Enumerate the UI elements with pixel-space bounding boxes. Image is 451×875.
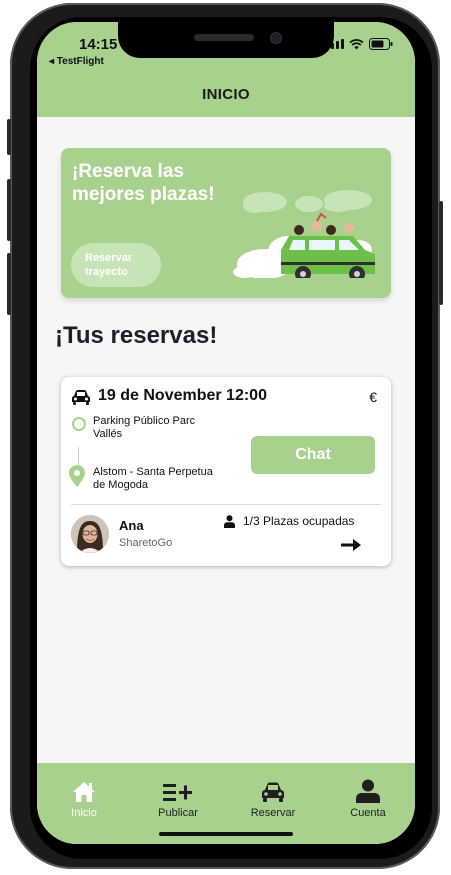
page-title: INICIO xyxy=(202,86,250,103)
route-connector xyxy=(78,447,79,465)
promo-banner: ¡Reserva las mejores plazas! Reservar tr… xyxy=(61,148,391,298)
bookings-section-title: ¡Tus reservas! xyxy=(55,322,218,349)
tab-inicio[interactable]: Inicio xyxy=(44,777,124,819)
tab-reservar[interactable]: Reservar xyxy=(233,777,313,819)
card-divider xyxy=(71,504,381,505)
seats-occupied-text: 1/3 Plazas ocupadas xyxy=(243,514,355,528)
publish-icon xyxy=(163,784,192,801)
origin-address: Parking Público Parc Vallés xyxy=(93,415,196,440)
driver-avatar xyxy=(71,515,109,553)
home-icon xyxy=(73,782,95,802)
tab-publicar[interactable]: Publicar xyxy=(138,777,218,819)
car-icon xyxy=(72,390,90,405)
tab-publicar-label: Publicar xyxy=(158,807,198,819)
car-icon xyxy=(262,782,284,802)
home-indicator[interactable] xyxy=(159,832,293,836)
status-icons xyxy=(326,38,393,50)
mute-switch xyxy=(7,119,11,155)
wifi-icon xyxy=(349,38,364,49)
power-button xyxy=(439,201,443,305)
front-camera xyxy=(270,32,282,44)
volume-down-button xyxy=(7,253,11,315)
app-screen: 14:15 ◂ TestFlight INICIO ¡Reserva las m… xyxy=(37,22,415,844)
tab-cuenta-label: Cuenta xyxy=(350,807,386,819)
currency-icon: € xyxy=(369,389,377,405)
arrow-right-icon[interactable] xyxy=(341,539,361,551)
avatar-photo xyxy=(71,515,109,553)
driver-name: Ana xyxy=(119,518,144,533)
tab-inicio-label: Inicio xyxy=(71,807,97,819)
person-icon xyxy=(224,514,235,528)
speaker-grille xyxy=(194,34,254,41)
user-icon xyxy=(356,779,380,803)
status-time: 14:15 xyxy=(79,36,118,53)
destination-address: Alstom - Santa Perpetua de Mogoda xyxy=(93,466,213,491)
battery-icon xyxy=(369,38,393,50)
tab-reservar-label: Reservar xyxy=(250,807,296,819)
notch xyxy=(118,22,334,58)
driver-company: SharetoGo xyxy=(119,537,173,549)
volume-up-button xyxy=(7,179,11,241)
back-to-app-link[interactable]: ◂ TestFlight xyxy=(49,56,104,67)
bottom-tab-bar: Inicio Publicar Reservar Cuenta xyxy=(37,763,415,844)
promo-headline: ¡Reserva las mejores plazas! xyxy=(72,161,215,205)
booking-datetime: 19 de November 12:00 xyxy=(98,387,267,404)
origin-marker-icon xyxy=(72,417,86,431)
booking-card[interactable]: 19 de November 12:00 € Parking Público P… xyxy=(61,377,391,566)
chat-button[interactable]: Chat xyxy=(251,436,375,474)
car-with-passengers-illustration xyxy=(233,190,375,278)
reserve-trip-button[interactable]: Reservar trayecto xyxy=(71,243,161,287)
tab-cuenta[interactable]: Cuenta xyxy=(328,777,408,819)
destination-pin-icon xyxy=(69,465,85,487)
seats-status: 1/3 Plazas ocupadas xyxy=(224,514,354,528)
